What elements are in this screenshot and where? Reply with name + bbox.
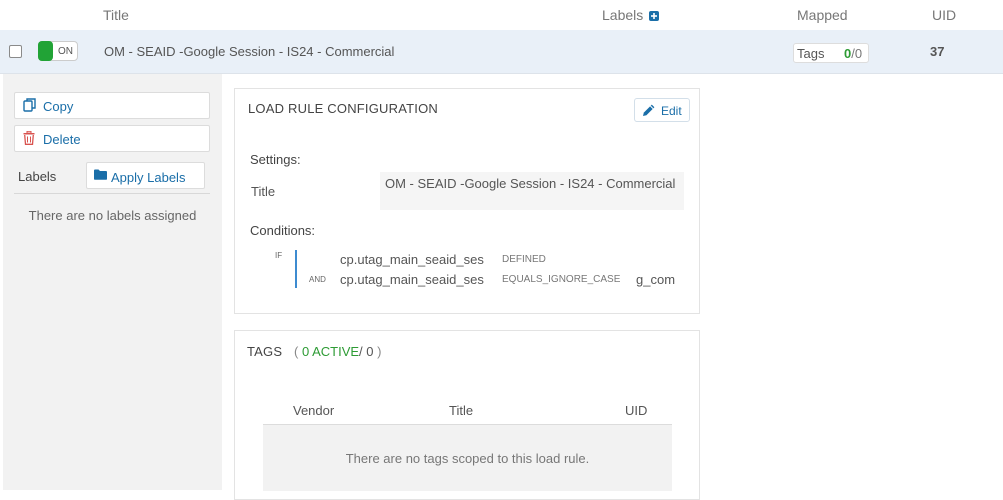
copy-label: Copy bbox=[43, 99, 74, 114]
apply-labels-label: Apply Labels bbox=[111, 170, 186, 185]
condition-1-operator: DEFINED bbox=[502, 254, 546, 265]
config-card-title: LOAD RULE CONFIGURATION bbox=[248, 101, 438, 116]
pencil-icon bbox=[643, 104, 655, 116]
row-uid: 37 bbox=[930, 44, 945, 59]
tags-total-summary: 0 bbox=[366, 344, 374, 359]
tags-badge-count: 0/0 bbox=[844, 46, 862, 61]
col-labels[interactable]: Labels bbox=[602, 7, 660, 23]
col-mapped[interactable]: Mapped bbox=[797, 7, 848, 23]
settings-heading: Settings: bbox=[250, 152, 301, 167]
edit-button[interactable]: Edit bbox=[634, 98, 690, 122]
row-checkbox[interactable] bbox=[9, 45, 22, 58]
condition-group-bar bbox=[295, 250, 297, 288]
tags-table: Vendor Title UID There are no tags scope… bbox=[263, 401, 672, 491]
folder-icon bbox=[94, 169, 107, 180]
col-labels-label: Labels bbox=[602, 7, 644, 23]
toggle-label: ON bbox=[58, 46, 73, 57]
toggle-knob bbox=[38, 41, 53, 61]
setting-title-value: OM - SEAID -Google Session - IS24 - Comm… bbox=[380, 172, 684, 210]
tags-card-title: TAGS bbox=[247, 344, 283, 359]
apply-labels-button[interactable]: Apply Labels bbox=[86, 162, 205, 189]
tags-close-paren: ) bbox=[377, 344, 382, 359]
if-keyword: IF bbox=[275, 251, 283, 260]
labels-section: Labels Apply Labels bbox=[14, 162, 210, 194]
condition-2-value: g_com bbox=[636, 272, 676, 287]
condition-2-variable: cp.utag_main_seaid_ses bbox=[340, 272, 484, 287]
no-labels-message: There are no labels assigned bbox=[28, 208, 197, 223]
status-toggle[interactable]: ON bbox=[38, 41, 78, 61]
col-tag-title[interactable]: Title bbox=[449, 403, 473, 418]
detail-sidebar: Copy Delete Labels Apply Labels There ar… bbox=[3, 74, 222, 490]
col-tag-uid[interactable]: UID bbox=[625, 403, 647, 418]
delete-button[interactable]: Delete bbox=[14, 125, 210, 152]
mapped-tags-badge: Tags 0/0 bbox=[793, 43, 869, 63]
col-title[interactable]: Title bbox=[103, 7, 129, 23]
labels-title: Labels bbox=[18, 169, 57, 184]
no-tags-message: There are no tags scoped to this load ru… bbox=[345, 451, 590, 466]
tags-card: TAGS ( 0 ACTIVE/ 0 ) Vendor Title UID Th… bbox=[234, 330, 700, 500]
condition-2-operator: EQUALS_IGNORE_CASE bbox=[502, 274, 621, 285]
condition-1-variable: cp.utag_main_seaid_ses bbox=[340, 252, 484, 267]
and-keyword: AND bbox=[309, 275, 326, 284]
load-rule-config-card: LOAD RULE CONFIGURATION Edit Settings: T… bbox=[234, 88, 700, 314]
col-vendor[interactable]: Vendor bbox=[293, 403, 334, 418]
copy-button[interactable]: Copy bbox=[14, 92, 210, 119]
tags-active-summary: 0 ACTIVE bbox=[301, 344, 360, 359]
tags-summary-sep: / bbox=[359, 344, 363, 359]
delete-label: Delete bbox=[43, 132, 81, 147]
tags-summary: ( 0 ACTIVE/ 0 ) bbox=[294, 344, 382, 359]
setting-title-label: Title bbox=[251, 184, 276, 199]
conditions-heading: Conditions: bbox=[250, 223, 316, 238]
col-uid[interactable]: UID bbox=[932, 7, 956, 23]
tags-table-body: There are no tags scoped to this load ru… bbox=[263, 424, 672, 491]
trash-icon bbox=[23, 131, 35, 145]
load-rule-row[interactable]: ON OM - SEAID -Google Session - IS24 - C… bbox=[0, 30, 1003, 74]
add-label-icon[interactable] bbox=[649, 11, 660, 21]
row-title[interactable]: OM - SEAID -Google Session - IS24 - Comm… bbox=[104, 44, 394, 59]
tags-total-count: 0 bbox=[854, 46, 863, 61]
tags-open-paren: ( bbox=[294, 344, 299, 359]
edit-label: Edit bbox=[661, 104, 682, 118]
tags-badge-label: Tags bbox=[797, 46, 825, 61]
table-header: Title Labels Mapped UID bbox=[0, 0, 1003, 30]
copy-icon bbox=[23, 98, 36, 112]
